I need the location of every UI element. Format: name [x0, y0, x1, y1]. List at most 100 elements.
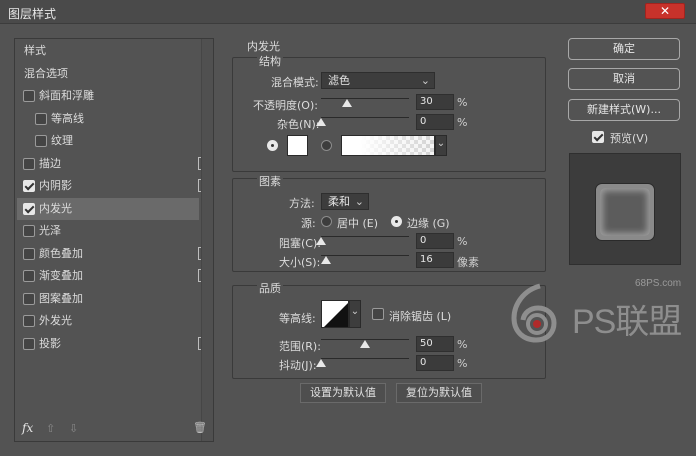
chevron-down-icon: ⌄ [354, 195, 364, 208]
sidebar-item-label: 渐变叠加 [39, 269, 83, 282]
sidebar-item[interactable]: 纹理 [17, 130, 199, 152]
set-default-button[interactable]: 设置为默认值 [300, 383, 386, 403]
contour-dropdown[interactable]: ⌄ [349, 300, 361, 328]
method-select[interactable]: 柔和 ⌄ [321, 193, 369, 210]
gradient-preview[interactable] [341, 135, 435, 156]
sidebar-item[interactable]: 描边+ [17, 153, 211, 175]
choke-slider-thumb[interactable] [316, 237, 326, 245]
noise-label: 杂色(N): [277, 118, 320, 131]
blend-mode-value: 滤色 [328, 74, 350, 87]
sidebar-item-checkbox[interactable] [23, 270, 35, 282]
sidebar-item[interactable]: 斜面和浮雕 [17, 85, 199, 107]
sidebar-item-checkbox[interactable] [23, 337, 35, 350]
sidebar-item-checkbox[interactable] [23, 157, 35, 170]
style-list-scrollbar[interactable] [201, 39, 213, 441]
opacity-label: 不透明度(O): [253, 99, 318, 112]
gradient-radio[interactable] [321, 140, 332, 151]
glow-color-swatch[interactable] [287, 135, 308, 156]
sidebar-item-checkbox[interactable] [23, 292, 35, 305]
fx-button[interactable]: fx [22, 421, 33, 435]
range-percent: % [457, 338, 468, 351]
close-button[interactable]: ✕ [645, 3, 685, 19]
sidebar-item-checkbox[interactable] [35, 135, 47, 147]
sidebar-item-label: 斜面和浮雕 [39, 89, 94, 102]
size-slider-thumb[interactable] [321, 256, 332, 264]
preview-swatch-inner [600, 188, 650, 236]
blend-mode-select[interactable]: 滤色 ⌄ [321, 72, 435, 89]
sidebar-item-checkbox[interactable] [35, 112, 47, 125]
jitter-percent: % [457, 357, 468, 370]
jitter-input[interactable]: 0 [416, 355, 454, 371]
source-edge-radio[interactable] [391, 216, 402, 227]
method-value: 柔和 [328, 195, 350, 208]
gradient-dropdown[interactable]: ⌄ [435, 135, 447, 156]
choke-label: 阻塞(C): [279, 237, 321, 250]
reset-default-button[interactable]: 复位为默认值 [396, 383, 482, 403]
structure-title: 结构 [257, 53, 283, 69]
opacity-input[interactable]: 30 [416, 94, 454, 110]
sidebar-item[interactable]: 等高线 [17, 108, 199, 130]
sidebar-item[interactable]: 混合选项 [17, 63, 199, 85]
source-edge-label: 边缘 (G) [407, 217, 450, 230]
move-up-icon[interactable]: ⇧ [46, 422, 55, 435]
sidebar-item-checkbox[interactable] [23, 180, 35, 192]
preview-checkbox[interactable] [592, 131, 604, 143]
sidebar-item-label: 混合选项 [24, 66, 68, 80]
range-slider-thumb[interactable] [360, 340, 370, 348]
sidebar-item[interactable]: 样式 [17, 40, 199, 62]
elements-group: 图素 方法: 柔和 ⌄ 源: 居中 (E) 边缘 (G) 阻塞(C): 0 % … [232, 173, 546, 272]
preview-panel [569, 153, 681, 265]
sidebar-item[interactable]: 图案叠加 [17, 288, 199, 310]
jitter-slider-thumb[interactable] [316, 359, 326, 367]
opacity-slider-thumb[interactable] [342, 99, 353, 107]
noise-slider-thumb[interactable] [316, 118, 326, 126]
sidebar-item[interactable]: 渐变叠加+ [17, 265, 211, 287]
watermark-site: 68PS.com [635, 278, 682, 289]
range-input[interactable]: 50 [416, 336, 454, 352]
sidebar-item[interactable]: 投影+ [17, 333, 211, 355]
source-label: 源: [301, 217, 316, 230]
contour-preview[interactable] [321, 300, 349, 328]
size-label: 大小(S): [279, 256, 321, 269]
sidebar-item-checkbox[interactable] [23, 315, 35, 327]
chevron-down-icon: ⌄ [420, 74, 430, 87]
antialias-checkbox[interactable] [372, 308, 384, 320]
new-style-button[interactable]: 新建样式(W)... [568, 99, 680, 121]
cancel-button[interactable]: 取消 [568, 68, 680, 90]
noise-slider-track[interactable] [321, 117, 409, 118]
contour-label: 等高线: [279, 312, 316, 325]
move-down-icon[interactable]: ⇩ [69, 422, 78, 435]
jitter-label: 抖动(J): [279, 359, 317, 372]
sidebar-item[interactable]: 内阴影+ [17, 175, 211, 197]
sidebar-item-checkbox[interactable] [23, 247, 35, 260]
sidebar-item[interactable]: 光泽 [17, 220, 199, 242]
sidebar-item-checkbox[interactable] [23, 90, 35, 102]
source-center-radio[interactable] [321, 216, 332, 227]
size-input[interactable]: 16 [416, 252, 454, 268]
source-center-label: 居中 (E) [337, 217, 379, 230]
sidebar-item[interactable]: 内发光 [17, 197, 199, 220]
size-slider-track[interactable] [321, 255, 409, 256]
choke-input[interactable]: 0 [416, 233, 454, 249]
watermark-brand: PS联盟 [572, 303, 682, 341]
preview-label: 预览(V) [610, 132, 649, 145]
blend-mode-label: 混合模式: [271, 76, 319, 89]
sidebar-item-checkbox[interactable] [23, 225, 35, 237]
noise-input[interactable]: 0 [416, 114, 454, 130]
sidebar-item-checkbox[interactable] [23, 202, 35, 215]
opacity-percent: % [457, 96, 468, 109]
sidebar-item[interactable]: 外发光 [17, 310, 199, 332]
chevron-down-icon: ⌄ [350, 306, 360, 317]
sidebar-item[interactable]: 颜色叠加+ [17, 243, 211, 265]
jitter-slider-track[interactable] [321, 358, 409, 359]
sidebar-item-label: 外发光 [39, 314, 72, 327]
choke-slider-track[interactable] [321, 236, 409, 237]
dialog-title: 图层样式 [8, 7, 57, 21]
sidebar-item-label: 纹理 [51, 134, 73, 147]
preview-swatch-outer [595, 183, 655, 241]
trash-icon[interactable]: 🗑 [193, 421, 207, 434]
opacity-slider-track[interactable] [321, 98, 409, 99]
color-radio[interactable] [267, 140, 278, 151]
sidebar-item-label: 颜色叠加 [39, 246, 83, 260]
ok-button[interactable]: 确定 [568, 38, 680, 60]
